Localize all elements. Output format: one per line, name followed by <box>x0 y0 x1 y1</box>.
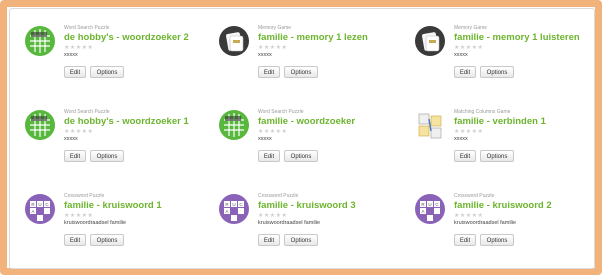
memory-game-icon[interactable] <box>414 25 446 57</box>
game-description: xxxxx <box>258 136 272 142</box>
svg-text:A: A <box>31 209 34 214</box>
game-description: kruiswoordraadsel familie <box>258 220 321 226</box>
game-description: xxxxx <box>258 52 272 58</box>
options-button[interactable]: Options <box>284 66 318 78</box>
game-type: Word Search Puzzle <box>258 109 304 115</box>
options-button[interactable]: Options <box>90 234 124 246</box>
game-card: Matching Columns Game familie - verbinde… <box>414 109 594 181</box>
rating-stars: ★★★★★ <box>64 129 94 135</box>
game-card: R U C A Crossword Puzzle familie - kruis… <box>414 193 594 265</box>
svg-text:U: U <box>428 202 431 207</box>
game-card: Word Search Puzzle de hobby's - woordzoe… <box>24 109 204 181</box>
edit-button[interactable]: Edit <box>64 150 86 162</box>
options-button[interactable]: Options <box>284 150 318 162</box>
game-type: Memory Game <box>258 25 292 31</box>
memory-game-icon[interactable] <box>218 25 250 57</box>
crossword-icon[interactable]: R U C A <box>414 193 446 225</box>
game-title-link[interactable]: familie - kruiswoord 1 <box>64 200 162 211</box>
rating-stars: ★★★★★ <box>454 213 484 219</box>
game-card: Word Search Puzzle familie - woordzoeker… <box>218 109 398 181</box>
game-title-link[interactable]: familie - memory 1 luisteren <box>454 32 580 43</box>
game-description: xxxxx <box>454 136 468 142</box>
game-type: Crossword Puzzle <box>64 193 105 199</box>
edit-button[interactable]: Edit <box>64 234 86 246</box>
options-button[interactable]: Options <box>480 66 514 78</box>
edit-button[interactable]: Edit <box>64 66 86 78</box>
game-description: xxxxx <box>64 136 78 142</box>
edit-button[interactable]: Edit <box>258 150 280 162</box>
game-card: R U C A Crossword Puzzle familie - kruis… <box>218 193 398 265</box>
svg-text:U: U <box>232 202 235 207</box>
rating-stars: ★★★★★ <box>454 129 484 135</box>
options-button[interactable]: Options <box>480 234 514 246</box>
crossword-icon[interactable]: R U C A <box>218 193 250 225</box>
rating-stars: ★★★★★ <box>258 45 288 51</box>
edit-button[interactable]: Edit <box>454 66 476 78</box>
game-description: kruiswoordraadsel familie <box>64 220 127 226</box>
word-search-icon[interactable] <box>218 109 250 141</box>
edit-button[interactable]: Edit <box>258 66 280 78</box>
game-title-link[interactable]: familie - kruiswoord 2 <box>454 200 552 211</box>
game-title-link[interactable]: familie - woordzoeker <box>258 116 355 127</box>
options-button[interactable]: Options <box>284 234 318 246</box>
options-button[interactable]: Options <box>480 150 514 162</box>
game-title-link[interactable]: familie - memory 1 lezen <box>258 32 368 43</box>
rating-stars: ★★★★★ <box>258 213 288 219</box>
rating-stars: ★★★★★ <box>454 45 484 51</box>
crossword-icon[interactable]: R U C A <box>24 193 56 225</box>
game-title-link[interactable]: familie - kruiswoord 3 <box>258 200 356 211</box>
game-card: R U C A Crossword Puzzle familie - kruis… <box>24 193 204 265</box>
rating-stars: ★★★★★ <box>64 45 94 51</box>
game-title-link[interactable]: de hobby's - woordzoeker 1 <box>64 116 189 127</box>
word-search-icon[interactable] <box>24 109 56 141</box>
edit-button[interactable]: Edit <box>454 150 476 162</box>
options-button[interactable]: Options <box>90 66 124 78</box>
game-type: Crossword Puzzle <box>454 193 495 199</box>
game-card: Memory Game familie - memory 1 luisteren… <box>414 25 594 97</box>
svg-text:A: A <box>225 209 228 214</box>
game-title-link[interactable]: de hobby's - woordzoeker 2 <box>64 32 189 43</box>
svg-text:U: U <box>38 202 41 207</box>
game-type: Word Search Puzzle <box>64 25 110 31</box>
game-type: Matching Columns Game <box>454 109 511 115</box>
edit-button[interactable]: Edit <box>454 234 476 246</box>
svg-text:A: A <box>421 209 424 214</box>
game-title-link[interactable]: familie - verbinden 1 <box>454 116 546 127</box>
game-type: Memory Game <box>454 25 488 31</box>
edit-button[interactable]: Edit <box>258 234 280 246</box>
game-description: xxxxx <box>454 52 468 58</box>
rating-stars: ★★★★★ <box>258 129 288 135</box>
game-description: kruiswoordraadsel familie <box>454 220 517 226</box>
game-type: Word Search Puzzle <box>64 109 110 115</box>
options-button[interactable]: Options <box>90 150 124 162</box>
game-description: xxxxx <box>64 52 78 58</box>
game-type: Crossword Puzzle <box>258 193 299 199</box>
game-card: Word Search Puzzle de hobby's - woordzoe… <box>24 25 204 97</box>
rating-stars: ★★★★★ <box>64 213 94 219</box>
game-grid: Word Search Puzzle de hobby's - woordzoe… <box>9 8 595 269</box>
word-search-icon[interactable] <box>24 25 56 57</box>
game-card: Memory Game familie - memory 1 lezen ★★★… <box>218 25 398 97</box>
matching-columns-icon[interactable] <box>414 109 446 141</box>
